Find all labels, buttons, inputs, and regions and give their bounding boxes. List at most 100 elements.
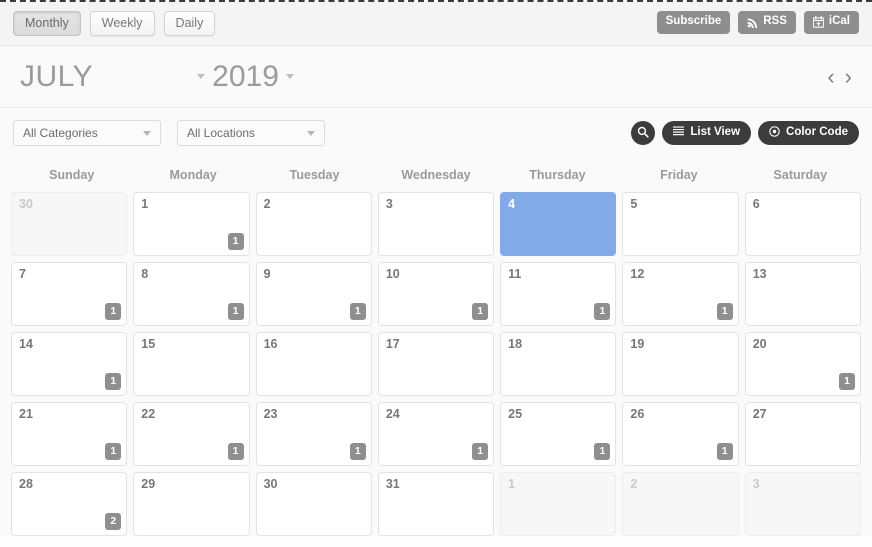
event-count-badge[interactable]: 1 [716,303,733,320]
category-filter-select[interactable]: All Categories [13,120,161,146]
prev-month-button[interactable]: ‹ [825,65,836,88]
event-count-badge[interactable]: 1 [594,303,611,320]
event-count-badge[interactable]: 1 [716,443,733,460]
event-count-badge[interactable]: 1 [227,233,244,250]
calendar-day-cell[interactable]: 13 [744,262,861,326]
event-count-badge[interactable]: 1 [105,373,122,390]
calendar-day-cell[interactable]: 14 1 [11,332,128,396]
calendar-day-cell[interactable]: 3 [377,192,495,256]
calendar-day-cell[interactable]: 21 1 [11,402,128,466]
calendar-day-cell[interactable]: 16 [255,332,372,396]
year-dropdown-caret-icon[interactable] [285,74,294,79]
search-icon [637,126,649,141]
next-month-button[interactable]: › [843,65,854,88]
calendar-day-cell-today[interactable]: 4 [500,192,617,256]
calendar-day-cell[interactable]: 23 1 [255,402,372,466]
tab-weekly[interactable]: Weekly [89,10,155,37]
event-count-badge[interactable]: 1 [472,303,489,320]
day-number: 1 [141,197,149,211]
calendar-day-cell[interactable]: 20 1 [744,332,861,396]
calendar-day-cell[interactable]: 25 1 [500,402,617,466]
day-number: 22 [141,407,156,421]
calendar-day-cell[interactable]: 30 [255,472,372,536]
calendar-day-cell[interactable]: 30 [11,192,128,256]
tab-daily[interactable]: Daily [163,10,216,37]
event-count-badge[interactable]: 1 [349,443,366,460]
list-view-button[interactable]: List View [662,121,752,145]
event-count-badge[interactable]: 1 [227,443,244,460]
calendar-day-cell[interactable]: 71 [11,262,128,326]
calendar-day-cell[interactable]: 24 1 [377,402,495,466]
weekday-header: Tuesday [289,168,340,182]
day-number: 25 [508,407,523,421]
calendar-day-cell[interactable]: 11 [133,192,250,256]
calendar-day-cell[interactable]: 2 [255,192,372,256]
view-options: List View Color Code [631,121,859,145]
day-number: 9 [263,267,271,281]
event-count-badge[interactable]: 1 [472,443,489,460]
ical-button[interactable]: iCal [803,11,859,34]
calendar-day-cell[interactable]: 18 [500,332,617,396]
weekday-header: Sunday [49,168,95,182]
calendar-week-row: 7 1 8 1 9 1 10 1 11 1 12 1 13 [11,262,861,326]
filter-toolbar: All Categories All Locations List View C… [0,108,872,158]
weekday-header: Monday [169,168,217,182]
event-count-badge[interactable]: 1 [105,443,122,460]
day-number: 21 [19,407,33,421]
list-icon [673,126,685,140]
calendar-day-cell[interactable]: 29 [133,472,250,536]
day-number: 3 [752,477,760,491]
rss-button[interactable]: RSS [738,11,796,34]
event-count-badge[interactable]: 1 [838,373,855,390]
calendar-day-cell[interactable]: 12 1 [622,262,739,326]
day-number: 3 [385,197,393,211]
day-number: 2 [263,197,271,211]
day-number: 16 [263,337,278,351]
calendar-day-cell[interactable]: 5 [622,192,739,256]
day-number: 20 [752,337,767,351]
calendar-day-cell[interactable]: 81 [133,262,250,326]
calendar-day-cell[interactable]: 31 [377,472,495,536]
event-count-badge[interactable]: 1 [349,303,366,320]
calendar-day-cell[interactable]: 22 1 [133,402,250,466]
day-number: 28 [19,477,33,491]
calendar-day-cell[interactable]: 27 [744,402,861,466]
day-number: 31 [385,477,400,491]
location-filter-select[interactable]: All Locations [177,120,325,146]
month-header: JULY 2019 ‹ › [0,46,872,108]
day-number: 2 [630,477,638,491]
day-number: 19 [630,337,645,351]
calendar-day-cell[interactable]: 6 [744,192,861,256]
calendar-day-cell[interactable]: 2 [622,472,739,536]
chevron-down-icon [307,130,315,136]
subscribe-button[interactable]: Subscribe [656,11,731,34]
day-number: 30 [19,197,33,211]
tab-monthly[interactable]: Monthly [13,10,81,37]
calendar-day-cell[interactable]: 26 1 [622,402,739,466]
day-number: 12 [630,267,645,281]
year-label[interactable]: 2019 [212,60,279,94]
calendar-day-cell[interactable]: 10 1 [377,262,495,326]
event-count-badge[interactable]: 1 [594,443,611,460]
calendar-app: Monthly Weekly Daily Subscribe RSS iCal … [0,0,872,547]
weekday-header-row: Sunday Monday Tuesday Wednesday Thursday Frid… [11,158,861,192]
calendar-day-cell[interactable]: 28 2 [11,472,128,536]
calendar-day-cell[interactable]: 3 [744,472,861,536]
calendar-day-cell[interactable]: 19 [622,332,739,396]
month-dropdown-caret-icon[interactable] [197,74,206,79]
event-count-badge[interactable]: 1 [227,303,244,320]
calendar-day-cell[interactable]: 1 [500,472,617,536]
calendar-day-cell[interactable]: 17 [377,332,495,396]
calendar-day-cell[interactable]: 91 [255,262,372,326]
search-button[interactable] [631,121,656,145]
weekday-header: Wednesday [401,168,471,182]
color-code-button[interactable]: Color Code [758,121,859,145]
event-count-badge[interactable]: 2 [105,513,122,530]
event-count-badge[interactable]: 1 [105,303,122,320]
category-filter-value: All Categories [23,126,98,140]
month-label[interactable]: JULY [20,60,93,94]
rss-icon [747,17,758,28]
calendar-day-cell[interactable]: 11 1 [500,262,617,326]
calendar-day-cell[interactable]: 15 [133,332,250,396]
location-filter-value: All Locations [187,126,256,140]
